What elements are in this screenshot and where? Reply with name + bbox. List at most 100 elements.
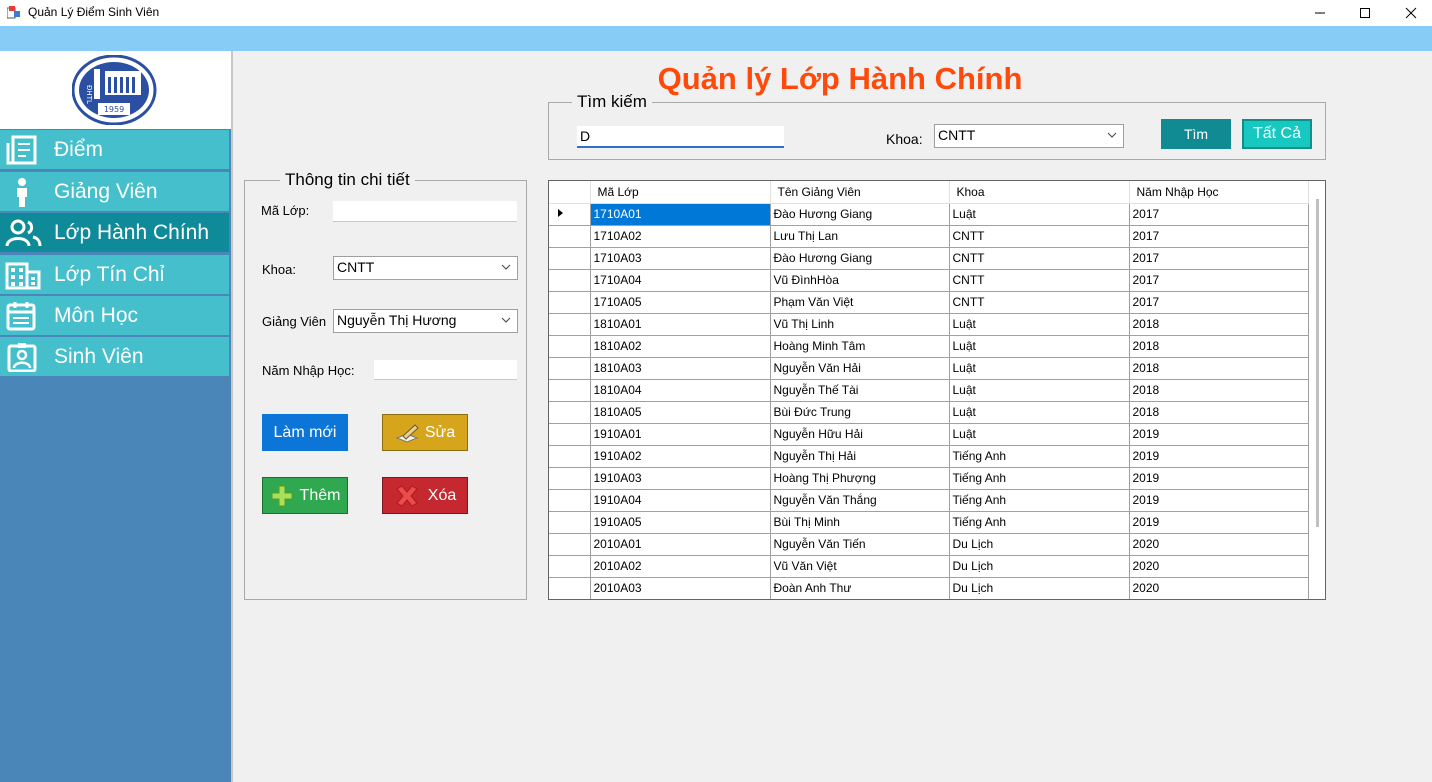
close-button[interactable]	[1388, 0, 1432, 26]
search-khoa-select[interactable]: CNTT	[934, 124, 1124, 148]
row-header[interactable]	[549, 489, 591, 512]
table-cell[interactable]: Nguyễn Thế Tài	[770, 379, 950, 402]
table-cell[interactable]: Tiếng Anh	[949, 489, 1130, 512]
table-cell[interactable]: Nguyễn Hữu Hải	[770, 423, 950, 446]
row-header[interactable]	[549, 401, 591, 424]
table-cell[interactable]: 1710A01	[590, 203, 771, 226]
table-cell[interactable]: 1810A01	[590, 313, 771, 336]
table-cell[interactable]: 1810A04	[590, 379, 771, 402]
table-cell[interactable]: Du Lịch	[949, 533, 1130, 556]
table-row[interactable]: 1710A04 Vũ ĐìnhHòa CNTT 2017	[549, 269, 1309, 292]
table-cell[interactable]: Đoàn Anh Thư	[770, 577, 950, 599]
table-cell[interactable]: 1910A04	[590, 489, 771, 512]
table-cell[interactable]: 1710A05	[590, 291, 771, 314]
table-cell[interactable]: 2019	[1129, 423, 1309, 446]
minimize-button[interactable]	[1297, 0, 1343, 26]
table-cell[interactable]: Vũ Thị Linh	[770, 313, 950, 336]
table-row[interactable]: 1710A05 Phạm Văn Việt CNTT 2017	[549, 291, 1309, 314]
row-header[interactable]	[549, 555, 591, 578]
table-row[interactable]: 1910A03 Hoàng Thị Phượng Tiếng Anh 2019	[549, 467, 1309, 490]
table-cell[interactable]: Luật	[949, 401, 1130, 424]
table-row[interactable]: 1810A03 Nguyễn Văn Hải Luật 2018	[549, 357, 1309, 380]
table-cell[interactable]: Nguyễn Văn Thắng	[770, 489, 950, 512]
table-cell[interactable]: Luật	[949, 379, 1130, 402]
table-cell[interactable]: CNTT	[949, 225, 1130, 248]
table-cell[interactable]: 1910A05	[590, 511, 771, 534]
delete-button[interactable]: Xóa	[382, 477, 468, 514]
row-header[interactable]	[549, 203, 591, 226]
table-cell[interactable]: Vũ Văn Việt	[770, 555, 950, 578]
table-row[interactable]: 1710A03 Đào Hương Giang CNTT 2017	[549, 247, 1309, 270]
column-header-ten-giang-vien[interactable]: Tên Giảng Viên	[770, 181, 950, 204]
table-row[interactable]: 1810A02 Hoàng Minh Tâm Luật 2018	[549, 335, 1309, 358]
table-cell[interactable]: Hoàng Minh Tâm	[770, 335, 950, 358]
table-cell[interactable]: 1710A03	[590, 247, 771, 270]
table-cell[interactable]: Du Lịch	[949, 555, 1130, 578]
table-cell[interactable]: 2018	[1129, 313, 1309, 336]
table-cell[interactable]: 2017	[1129, 291, 1309, 314]
table-cell[interactable]: Đào Hương Giang	[770, 203, 950, 226]
table-cell[interactable]: Bùi Đức Trung	[770, 401, 950, 424]
table-cell[interactable]: 2010A03	[590, 577, 771, 599]
table-row[interactable]: 1910A05 Bùi Thị Minh Tiếng Anh 2019	[549, 511, 1309, 534]
khoa-select[interactable]: CNTT	[333, 256, 518, 280]
sidebar-item-giang-vien[interactable]: Giảng Viên	[0, 172, 229, 211]
table-cell[interactable]: 2019	[1129, 511, 1309, 534]
table-row[interactable]: 1910A02 Nguyễn Thị Hải Tiếng Anh 2019	[549, 445, 1309, 468]
table-cell[interactable]: Tiếng Anh	[949, 511, 1130, 534]
table-cell[interactable]: 1910A03	[590, 467, 771, 490]
row-header[interactable]	[549, 291, 591, 314]
row-header[interactable]	[549, 445, 591, 468]
sidebar-item-sinh-vien[interactable]: Sinh Viên	[0, 337, 229, 376]
table-cell[interactable]: 2018	[1129, 379, 1309, 402]
table-cell[interactable]: 2017	[1129, 269, 1309, 292]
table-cell[interactable]: Tiếng Anh	[949, 445, 1130, 468]
row-header[interactable]	[549, 379, 591, 402]
table-cell[interactable]: 2020	[1129, 577, 1309, 599]
table-cell[interactable]: 1810A05	[590, 401, 771, 424]
sidebar-item-mon-hoc[interactable]: Môn Học	[0, 296, 229, 335]
table-cell[interactable]: 2020	[1129, 533, 1309, 556]
table-cell[interactable]: 2017	[1129, 247, 1309, 270]
table-cell[interactable]: 2018	[1129, 335, 1309, 358]
column-header-khoa[interactable]: Khoa	[949, 181, 1130, 204]
table-cell[interactable]: 1710A04	[590, 269, 771, 292]
table-cell[interactable]: Du Lịch	[949, 577, 1130, 599]
edit-button[interactable]: Sửa	[382, 414, 468, 451]
table-row[interactable]: 1710A02 Lưu Thị Lan CNTT 2017	[549, 225, 1309, 248]
table-row[interactable]: 1810A01 Vũ Thị Linh Luật 2018	[549, 313, 1309, 336]
table-cell[interactable]: Lưu Thị Lan	[770, 225, 950, 248]
table-cell[interactable]: Luật	[949, 357, 1130, 380]
column-header-ma-lop[interactable]: Mã Lớp	[590, 181, 771, 204]
table-cell[interactable]: 2019	[1129, 467, 1309, 490]
table-cell[interactable]: Nguyễn Thị Hải	[770, 445, 950, 468]
table-row[interactable]: 2010A03 Đoàn Anh Thư Du Lịch 2020	[549, 577, 1309, 599]
table-cell[interactable]: CNTT	[949, 291, 1130, 314]
table-cell[interactable]: 1710A02	[590, 225, 771, 248]
table-cell[interactable]: 1910A01	[590, 423, 771, 446]
table-row[interactable]: 1810A05 Bùi Đức Trung Luật 2018	[549, 401, 1309, 424]
row-header[interactable]	[549, 423, 591, 446]
search-button[interactable]: Tìm	[1161, 119, 1231, 149]
row-header[interactable]	[549, 225, 591, 248]
table-cell[interactable]: 1910A02	[590, 445, 771, 468]
table-row[interactable]: 1810A04 Nguyễn Thế Tài Luật 2018	[549, 379, 1309, 402]
refresh-button[interactable]: Làm mới	[262, 414, 348, 451]
table-cell[interactable]: Hoàng Thị Phượng	[770, 467, 950, 490]
table-cell[interactable]: Nguyễn Văn Hải	[770, 357, 950, 380]
table-cell[interactable]: 2020	[1129, 555, 1309, 578]
table-cell[interactable]: Vũ ĐìnhHòa	[770, 269, 950, 292]
table-cell[interactable]: 2018	[1129, 401, 1309, 424]
sidebar-item-diem[interactable]: Điểm	[0, 130, 229, 169]
table-cell[interactable]: Nguyễn Văn Tiến	[770, 533, 950, 556]
table-cell[interactable]: Luật	[949, 423, 1130, 446]
ma-lop-input[interactable]	[333, 201, 517, 222]
table-cell[interactable]: Đào Hương Giang	[770, 247, 950, 270]
table-row[interactable]: 2010A02 Vũ Văn Việt Du Lịch 2020	[549, 555, 1309, 578]
row-header[interactable]	[549, 533, 591, 556]
table-row[interactable]: 1910A01 Nguyễn Hữu Hải Luật 2019	[549, 423, 1309, 446]
sidebar-item-lop-tin-chi[interactable]: Lớp Tín Chỉ	[0, 255, 229, 294]
giang-vien-select[interactable]: Nguyễn Thị Hương	[333, 309, 518, 333]
sidebar-item-lop-hanh-chinh[interactable]: Lớp Hành Chính	[0, 213, 229, 252]
class-data-grid[interactable]: Mã Lớp Tên Giảng Viên Khoa Năm Nhập Học …	[548, 180, 1326, 600]
